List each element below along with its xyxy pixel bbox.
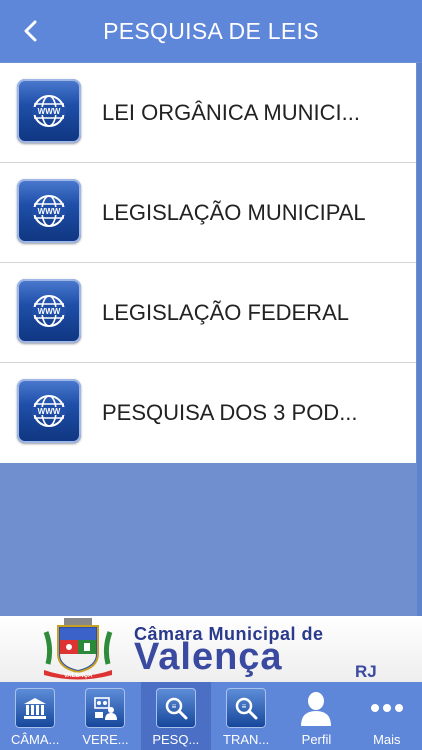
www-globe-icon: WWW	[17, 279, 81, 343]
law-search-list: WWW LEI ORGÂNICA MUNICI... WWW LEGISLAÇÃ…	[0, 63, 416, 463]
tab-label: CÂMA...	[10, 732, 60, 747]
list-item-label: LEGISLAÇÃO MUNICIPAL	[102, 200, 366, 225]
person-icon	[296, 688, 336, 728]
list-item-label: LEI ORGÂNICA MUNICI...	[102, 100, 360, 125]
more-dots-icon	[367, 688, 407, 728]
svg-text:WWW: WWW	[38, 407, 61, 416]
banner-title-line2: Valença	[134, 636, 283, 678]
tab-perfil[interactable]: Perfil	[281, 682, 351, 750]
tab-pesquisa[interactable]: ≡ PESQ...	[140, 682, 211, 750]
banner-state-suffix: RJ	[355, 662, 377, 681]
list-item-label: LEGISLAÇÃO FEDERAL	[102, 300, 349, 325]
city-crest-logo: VALENÇA	[43, 618, 113, 680]
tab-label: Mais	[373, 732, 401, 747]
svg-text:WWW: WWW	[38, 207, 61, 216]
scrollbar[interactable]	[417, 63, 422, 616]
search-icon: ≡	[155, 688, 196, 728]
svg-text:≡: ≡	[242, 702, 247, 711]
people-board-icon	[85, 688, 126, 728]
svg-text:WWW: WWW	[38, 307, 61, 316]
camara-banner: VALENÇA Câmara Municipal de Valença RJ	[0, 616, 422, 682]
list-item-label: PESQUISA DOS 3 POD...	[102, 400, 358, 425]
list-item-legislacao-federal[interactable]: WWW LEGISLAÇÃO FEDERAL	[0, 263, 416, 363]
svg-text:WWW: WWW	[38, 107, 61, 116]
list-item-lei-organica[interactable]: WWW LEI ORGÂNICA MUNICI...	[0, 63, 416, 163]
www-globe-icon: WWW	[17, 179, 81, 243]
svg-text:≡: ≡	[171, 702, 176, 711]
tab-transparencia[interactable]: ≡ TRAN...	[211, 682, 281, 750]
www-globe-icon: WWW	[17, 379, 81, 443]
tab-camara[interactable]: CÂMA...	[0, 682, 70, 750]
page-title: PESQUISA DE LEIS	[103, 18, 319, 44]
building-icon	[15, 688, 55, 728]
www-globe-icon: WWW	[17, 79, 81, 143]
tab-label: TRAN...	[223, 732, 270, 747]
list-item-legislacao-municipal[interactable]: WWW LEGISLAÇÃO MUNICIPAL	[0, 163, 416, 263]
navigation-bar: PESQUISA DE LEIS	[0, 0, 422, 62]
tab-bar: CÂMA... VERE... ≡ PESQ... ≡ TRAN... Perf…	[0, 682, 422, 750]
svg-text:VALENÇA: VALENÇA	[64, 673, 93, 679]
tab-mais[interactable]: Mais	[352, 682, 422, 750]
tab-label: VERE...	[82, 732, 129, 747]
list-item-pesquisa-3-poderes[interactable]: WWW PESQUISA DOS 3 POD...	[0, 363, 416, 463]
tab-vereadores[interactable]: VERE...	[70, 682, 140, 750]
tab-label: Perfil	[301, 732, 332, 747]
search-icon: ≡	[225, 688, 266, 728]
tab-label: PESQ...	[152, 732, 200, 747]
